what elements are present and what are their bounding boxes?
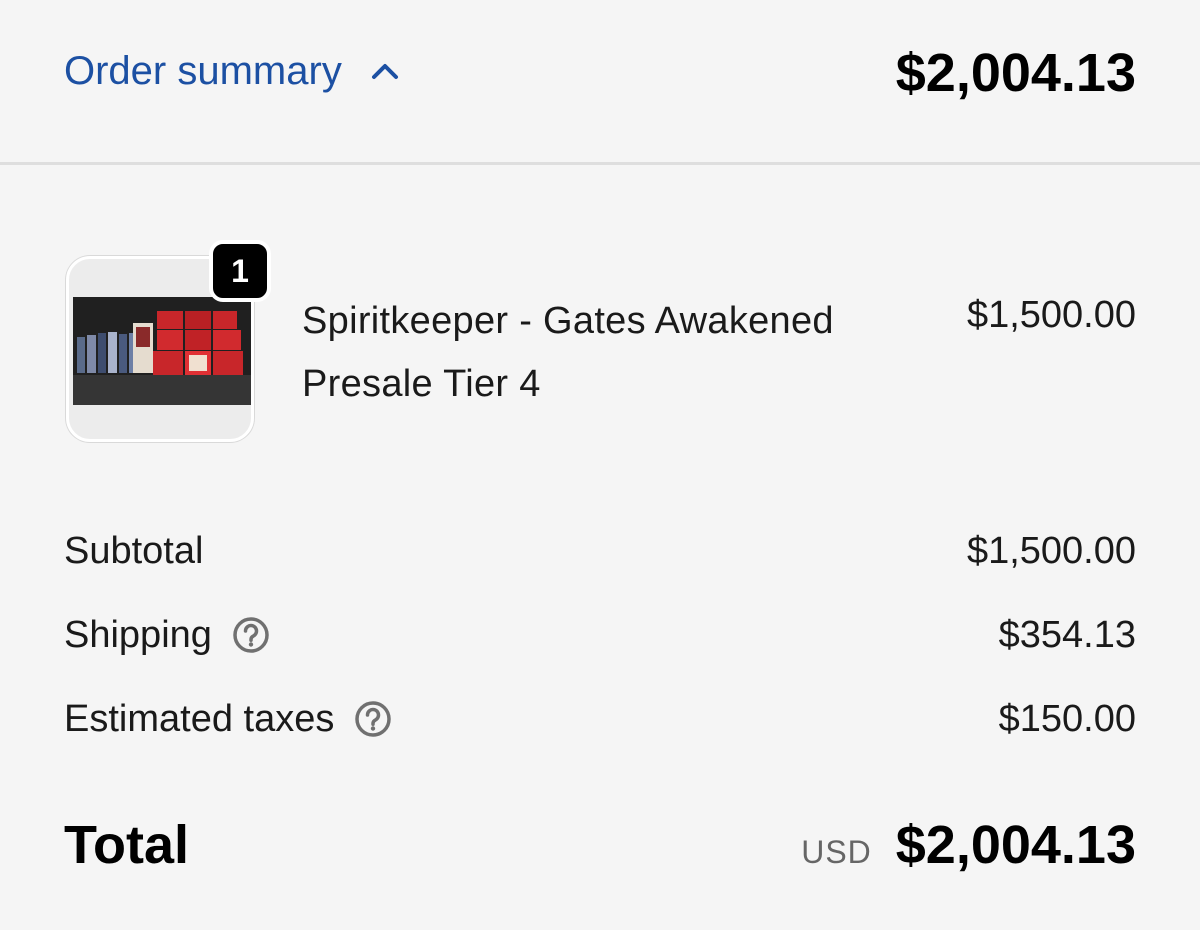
total-value: $2,004.13: [895, 815, 1136, 875]
chevron-up-icon: [371, 64, 398, 79]
shipping-label: Shipping: [64, 613, 212, 656]
taxes-row: Estimated taxes $150.00: [64, 694, 1136, 744]
line-item: 1 Spiritkeeper - Gates Awakened Presale …: [64, 240, 1136, 450]
product-image: [73, 297, 251, 405]
subtotal-label: Subtotal: [64, 529, 204, 572]
total-row: Total USD $2,004.13: [64, 812, 1136, 878]
taxes-value: $150.00: [998, 697, 1136, 740]
currency-code: USD: [801, 834, 872, 870]
quantity-badge: 1: [209, 240, 271, 302]
header-total-amount: $2,004.13: [895, 43, 1136, 103]
order-summary-header: Order summary $2,004.13: [0, 0, 1200, 165]
subtotal-row: Subtotal $1,500.00: [64, 526, 1136, 576]
taxes-label: Estimated taxes: [64, 697, 335, 740]
help-icon[interactable]: [354, 700, 392, 738]
order-summary-toggle-label: Order summary: [64, 49, 342, 93]
subtotal-value: $1,500.00: [966, 529, 1136, 572]
help-icon[interactable]: [232, 616, 270, 654]
shipping-row: Shipping $354.13: [64, 610, 1136, 660]
shipping-value: $354.13: [998, 613, 1136, 656]
product-price: $1,500.00: [966, 294, 1136, 336]
total-label: Total: [64, 815, 189, 875]
order-summary-toggle[interactable]: Order summary: [64, 46, 400, 96]
product-name: Spiritkeeper - Gates Awakened Presale Ti…: [302, 300, 834, 405]
